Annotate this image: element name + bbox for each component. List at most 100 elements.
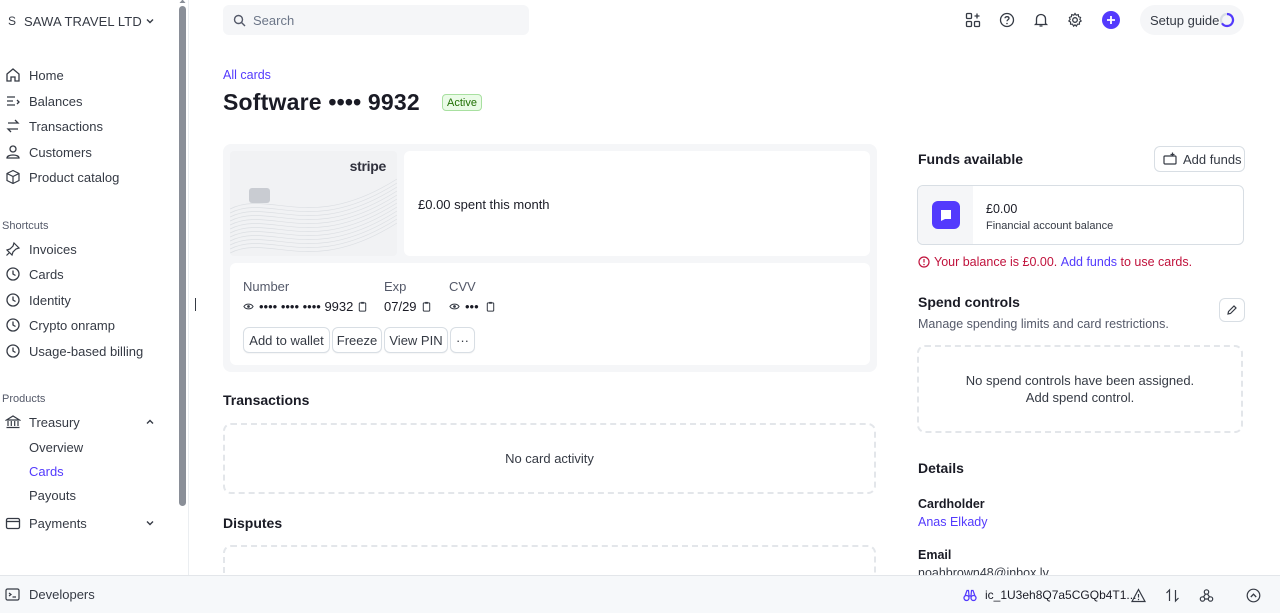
- home-icon: [6, 68, 20, 82]
- help-icon[interactable]: [999, 12, 1015, 28]
- sidebar-item-label: Product catalog: [29, 169, 120, 185]
- sidebar-item-home[interactable]: Home: [0, 64, 64, 86]
- freeze-button[interactable]: Freeze: [332, 327, 382, 353]
- arrows-swap-icon: [6, 119, 20, 133]
- sidebar-item-label: Treasury: [29, 414, 80, 430]
- disputes-heading: Disputes: [223, 515, 283, 531]
- sidebar-subitem-cards[interactable]: Cards: [29, 462, 64, 480]
- page-title: Software •••• 9932: [223, 89, 420, 115]
- cardholder-link[interactable]: Anas Elkady: [918, 515, 987, 529]
- terminal-icon: [5, 588, 20, 601]
- card-number-value: •••• •••• •••• 9932: [259, 299, 354, 314]
- card-image: stripe: [230, 151, 397, 256]
- more-actions-button[interactable]: ···: [450, 327, 475, 353]
- sidebar-item-label: Balances: [29, 93, 83, 109]
- sidebar-item-crypto-onramp[interactable]: Crypto onramp: [0, 314, 115, 336]
- alert-icon: [918, 256, 930, 268]
- bank-icon: [5, 415, 21, 429]
- spend-controls-empty-text: No spend controls have been assigned. Ad…: [965, 373, 1195, 405]
- view-pin-button[interactable]: View PIN: [384, 327, 448, 353]
- sidebar-item-label: Invoices: [29, 241, 77, 257]
- status-badge: Active: [442, 94, 482, 111]
- eye-icon[interactable]: [243, 301, 254, 312]
- scroll-up-icon[interactable]: [179, 0, 186, 5]
- add-funds-link[interactable]: Add funds: [1061, 255, 1117, 269]
- sidebar-item-payments[interactable]: Payments: [0, 512, 168, 534]
- pin-icon: [5, 241, 21, 257]
- sidebar-item-label: Payments: [29, 515, 87, 531]
- box-icon: [6, 169, 20, 185]
- sidebar-subitem-payouts[interactable]: Payouts: [29, 486, 76, 504]
- person-icon: [6, 145, 20, 159]
- card-chip-icon: [249, 188, 270, 203]
- exp-label: Exp: [384, 279, 407, 294]
- gear-icon[interactable]: [1067, 12, 1083, 28]
- warning-suffix: to use cards.: [1120, 255, 1193, 269]
- add-funds-button[interactable]: Add funds: [1154, 146, 1245, 172]
- card-exp: 07/29: [384, 299, 432, 314]
- sidebar-scrollbar[interactable]: [179, 6, 186, 506]
- edit-spend-controls-button[interactable]: [1219, 298, 1245, 322]
- sidebar-divider: [188, 0, 189, 575]
- add-to-wallet-button[interactable]: Add to wallet: [243, 327, 330, 353]
- sidebar-item-label: Identity: [29, 292, 71, 308]
- sidebar-item-cards[interactable]: Cards: [0, 263, 64, 285]
- exp-value: 07/29: [384, 299, 417, 314]
- progress-ring-icon: [1219, 12, 1235, 28]
- setup-guide-button[interactable]: Setup guide: [1140, 5, 1244, 35]
- sidebar-item-balances[interactable]: Balances: [0, 90, 82, 112]
- sidebar-item-identity[interactable]: Identity: [0, 289, 71, 311]
- details-heading: Details: [918, 460, 964, 476]
- cardholder-label: Cardholder: [918, 497, 985, 511]
- chevron-down-icon: [146, 19, 154, 24]
- search-icon: [233, 14, 246, 26]
- developer-footer: Developers ic_1U3eh8Q7a5CGQb4T1...: [0, 575, 1280, 613]
- clock-icon: [6, 267, 20, 281]
- search-input[interactable]: Search: [223, 5, 529, 35]
- breadcrumb-all-cards[interactable]: All cards: [223, 68, 271, 82]
- funds-amount: £0.00: [986, 202, 1018, 216]
- chevron-up-circle-icon[interactable]: [1246, 588, 1261, 603]
- transactions-empty: No card activity: [223, 423, 876, 494]
- email-label: Email: [918, 548, 952, 562]
- pencil-icon: [1227, 305, 1237, 315]
- warning-triangle-icon[interactable]: [1131, 588, 1146, 603]
- webhooks-icon[interactable]: [1199, 588, 1214, 603]
- bell-icon[interactable]: [1033, 12, 1049, 28]
- chevron-down-icon: [146, 521, 154, 526]
- section-label-products: Products: [2, 393, 46, 405]
- cvv-label: CVV: [449, 279, 476, 294]
- sidebar-item-label: Crypto onramp: [29, 317, 115, 333]
- sort-arrows-icon[interactable]: [1165, 588, 1180, 603]
- create-plus-icon[interactable]: [1102, 11, 1120, 29]
- sidebar-subitem-overview[interactable]: Overview: [29, 438, 83, 456]
- sidebar: S SAWA TRAVEL LTD Home Balances Transact…: [0, 0, 176, 575]
- spend-controls-heading: Spend controls: [918, 294, 1020, 310]
- sidebar-item-invoices[interactable]: Invoices: [0, 238, 77, 260]
- api-key[interactable]: ic_1U3eh8Q7a5CGQb4T1...: [963, 588, 1136, 602]
- sidebar-item-usage-billing[interactable]: Usage-based billing: [0, 340, 143, 362]
- sidebar-item-product-catalog[interactable]: Product catalog: [0, 166, 119, 188]
- search-placeholder: Search: [253, 12, 295, 28]
- card-brand-logo: stripe: [349, 158, 387, 174]
- spent-this-month: £0.00 spent this month: [418, 197, 550, 212]
- copy-icon[interactable]: [421, 301, 432, 312]
- sidebar-item-transactions[interactable]: Transactions: [0, 115, 103, 137]
- sidebar-item-treasury[interactable]: Treasury: [0, 411, 168, 433]
- cvv-value: •••: [465, 299, 479, 314]
- eye-icon[interactable]: [449, 301, 460, 312]
- balances-icon: [7, 96, 20, 106]
- financial-account-card[interactable]: £0.00 Financial account balance: [917, 185, 1244, 245]
- card-cvv: •••: [449, 299, 496, 314]
- copy-icon[interactable]: [357, 301, 368, 312]
- copy-icon[interactable]: [485, 301, 496, 312]
- account-switcher[interactable]: S SAWA TRAVEL LTD: [0, 6, 168, 36]
- clock-icon: [6, 344, 20, 358]
- api-key-value: ic_1U3eh8Q7a5CGQb4T1...: [985, 588, 1137, 602]
- card-number: •••• •••• •••• 9932: [243, 299, 368, 314]
- add-funds-label: Add funds: [1183, 151, 1242, 167]
- apps-icon[interactable]: [965, 12, 981, 28]
- sidebar-item-customers[interactable]: Customers: [0, 141, 92, 163]
- developers-button[interactable]: Developers: [5, 587, 95, 602]
- resize-handle[interactable]: [195, 298, 196, 311]
